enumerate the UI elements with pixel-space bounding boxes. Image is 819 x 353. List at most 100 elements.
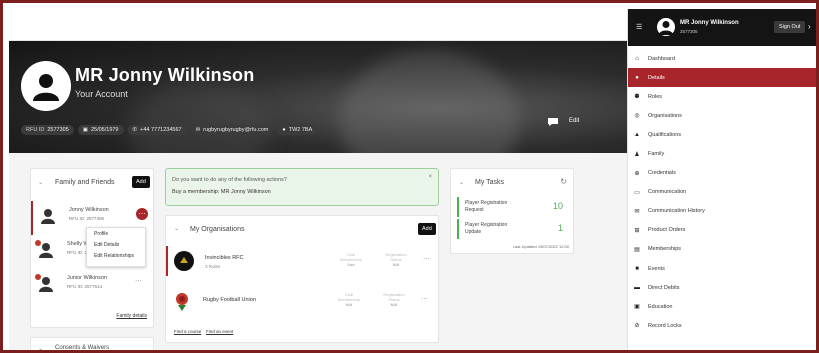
page-subtitle: Your Account <box>75 89 128 99</box>
more-icon[interactable]: ⋯ <box>136 208 148 220</box>
add-organisation-button[interactable]: Add <box>418 223 436 235</box>
sidebar-item-label: Memberships <box>648 246 682 253</box>
task-item[interactable]: Player Registration Request 10 <box>457 197 565 217</box>
member-id: RFU ID: 2 <box>67 250 88 255</box>
membership-icon: ▤ <box>634 246 640 253</box>
rose-icon <box>176 293 188 311</box>
col-label: Registration Status <box>383 292 405 302</box>
sidebar-item-label: Communication <box>648 189 687 196</box>
col-label: Club Membership <box>337 292 360 302</box>
find-course-link[interactable]: Find a course <box>174 329 201 334</box>
sidebar-item-roles[interactable]: ⚉ Roles <box>628 87 816 106</box>
sidebar-item-label: Events <box>648 265 665 272</box>
col-value: N/A <box>345 302 353 307</box>
organisations-title: My Organisations <box>190 226 245 233</box>
org-sub: 3 Roles <box>205 264 221 269</box>
sidebar-item-education[interactable]: ▣ Education <box>628 297 816 316</box>
table-row[interactable]: Invincibles RFC 3 Roles Club Membership J… <box>166 246 438 276</box>
close-icon[interactable]: × <box>428 174 432 180</box>
sidebar-item-family[interactable]: ♟ Family <box>628 144 816 163</box>
sidebar-item-record-locks[interactable]: ⊘ Record Locks <box>628 316 816 335</box>
consents-title: Consents & Waivers <box>55 345 110 351</box>
org-name: Rugby Football Union <box>203 297 256 303</box>
sidebar-item-dashboard[interactable]: ⌂ Dashboard <box>628 49 816 68</box>
table-row[interactable]: Rugby Football Union Club Membership N/A … <box>166 286 438 316</box>
sidebar-item-credentials[interactable]: ⊕ Credentials <box>628 164 816 183</box>
sidebar-item-label: Product Orders <box>648 227 686 234</box>
chevron-down-icon[interactable]: ⌄ <box>174 225 179 232</box>
col-label: Club Membership <box>339 252 362 262</box>
org-name: Invincibles RFC <box>205 255 244 261</box>
task-item[interactable]: Player Registration Update 1 <box>457 219 565 239</box>
phone-icon: ✆ <box>132 127 138 133</box>
avatar <box>657 18 675 36</box>
chevron-down-icon[interactable]: ⌄ <box>38 345 43 350</box>
sidebar-item-memberships[interactable]: ▤ Memberships <box>628 240 816 259</box>
cart-icon: ⊞ <box>634 227 640 234</box>
roles-icon: ⚉ <box>634 94 640 101</box>
add-family-button[interactable]: Add <box>132 176 150 188</box>
page-title: MR Jonny Wilkinson <box>75 65 255 85</box>
sidebar-item-details[interactable]: ● Details <box>628 68 816 88</box>
task-line: Update <box>465 229 482 235</box>
refresh-icon[interactable]: ↻ <box>560 177 567 186</box>
sidebar-item-label: Direct Debits <box>648 284 680 291</box>
more-icon[interactable]: ⋯ <box>135 277 143 285</box>
more-icon[interactable]: ⋯ <box>423 255 431 263</box>
list-item[interactable]: Junior Wilkinson RFU ID: 2577514 ⋯ <box>31 269 153 303</box>
sidebar-item-communication-history[interactable]: ✉ Communication History <box>628 202 816 221</box>
sign-out-button[interactable]: Sign Out <box>774 21 806 33</box>
find-event-link[interactable]: Find an event <box>206 329 233 334</box>
chip-value: 25/05/1979 <box>90 127 119 133</box>
sidebar-item-events[interactable]: ■ Events <box>628 259 816 278</box>
message-icon[interactable] <box>547 117 559 127</box>
menu-item-edit-relationships[interactable]: Edit Relationships <box>87 250 145 261</box>
sidebar-item-label: Communication History <box>648 208 705 215</box>
rfu-rose-logo-icon <box>172 290 192 312</box>
org-col-membership: Club Membership Join <box>336 252 366 267</box>
col-value: N/A <box>392 262 400 267</box>
chevron-down-icon[interactable]: ⌄ <box>459 179 464 186</box>
org-col-registration: Registration Status N/A <box>381 252 411 267</box>
member-id: RFU ID: 2577514 <box>67 284 103 289</box>
chip-value: +44 7771234567 <box>140 127 182 133</box>
chip-phone: ✆ +44 7771234567 <box>127 125 187 135</box>
banner-question: Do you want to do any of the following a… <box>172 177 287 183</box>
more-icon[interactable]: ⋯ <box>421 295 429 303</box>
member-name: Jonny Wilkinson <box>69 207 109 213</box>
sidebar-item-product-orders[interactable]: ⊞ Product Orders <box>628 221 816 240</box>
person-icon <box>33 74 59 101</box>
sidebar-item-label: Qualifications <box>648 131 682 138</box>
col-value[interactable]: Join <box>336 262 366 267</box>
top-bar <box>9 9 627 41</box>
buy-membership-link[interactable]: Buy a membership: MR Jonny Wilkinson <box>172 189 271 195</box>
sidebar-item-communication[interactable]: ▭ Communication <box>628 183 816 202</box>
mail-icon: ✉ <box>195 127 201 133</box>
chevron-right-icon[interactable]: › <box>808 22 811 31</box>
chip-value: TW2 7BA <box>288 127 313 133</box>
sidebar-item-qualifications[interactable]: ▲ Qualifications <box>628 125 816 144</box>
actions-banner: Do you want to do any of the following a… <box>165 168 439 206</box>
graduation-cap-icon: ▲ <box>634 131 640 138</box>
sidebar-item-label: Education <box>648 303 673 310</box>
menu-item-edit-details[interactable]: Edit Details <box>87 239 145 250</box>
person-icon <box>659 21 673 35</box>
family-details-link[interactable]: Family details <box>116 313 147 319</box>
sidebar-item-direct-debits[interactable]: ▬ Direct Debits <box>628 278 816 297</box>
sidebar-item-label: Details <box>648 74 665 81</box>
chevron-down-icon[interactable]: ⌄ <box>38 179 43 186</box>
chip-rfu-id: RFU ID 2577305 <box>21 125 74 135</box>
edit-button[interactable]: Edit <box>563 116 585 126</box>
sidebar-item-label: Record Locks <box>648 322 682 329</box>
sidebar-item-label: Credentials <box>648 170 676 177</box>
member-name: Junior Wilkinson <box>67 275 108 281</box>
sidebar-item-label: Dashboard <box>648 55 675 62</box>
sidebar-nav: ⌂ Dashboard ● Details ⚉ Roles ◎ Organisation… <box>628 49 816 335</box>
calendar-icon: ▣ <box>82 127 88 133</box>
person-icon <box>41 209 55 224</box>
menu-item-profile[interactable]: Profile <box>87 228 145 239</box>
task-text: Player Registration Update <box>465 222 507 236</box>
menu-icon[interactable]: ☰ <box>636 23 642 31</box>
task-line: Request <box>465 207 484 213</box>
sidebar-item-organisations[interactable]: ◎ Organisations <box>628 106 816 125</box>
